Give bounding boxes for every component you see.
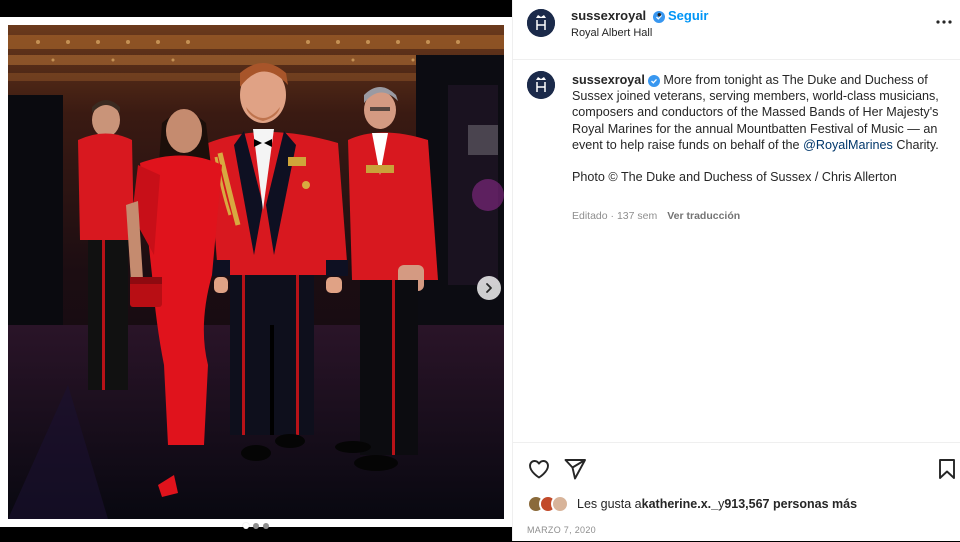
photo-illustration: [8, 25, 504, 519]
header-username-text[interactable]: sussexroyal: [571, 8, 646, 23]
mention-link[interactable]: @RoyalMarines: [803, 138, 893, 152]
likes-summary: Les gusta a katherine.x._ y 913,567 pers…: [527, 495, 857, 513]
verified-icon: [647, 75, 660, 87]
chevron-right-icon: [486, 283, 492, 293]
action-bar: Les gusta a katherine.x._ y 913,567 pers…: [513, 442, 960, 542]
crest-icon: [527, 71, 555, 99]
likes-count[interactable]: 913,567 personas más: [724, 497, 857, 511]
avatar[interactable]: [527, 9, 555, 37]
location-link[interactable]: Royal Albert Hall: [571, 27, 652, 39]
post-photo[interactable]: [8, 25, 504, 519]
photo-credit: Photo © The Duke and Duchess of Sussex /…: [572, 170, 897, 185]
header-username[interactable]: sussexroyal: [571, 8, 665, 23]
heart-icon[interactable]: [527, 457, 551, 481]
media-container: [0, 17, 512, 529]
post-modal: sussexroyal • Seguir Royal Albert Hall s…: [0, 0, 960, 541]
caption-area: sussexroyal More from tonight as The Duk…: [513, 61, 960, 441]
edited-timestamp: Editado · 137 sem: [572, 210, 658, 222]
bookmark-icon[interactable]: [935, 457, 959, 481]
carousel-indicator: [243, 523, 269, 529]
carousel-dot-2: [253, 523, 259, 529]
more-options-icon[interactable]: [935, 13, 953, 31]
caption-text: sussexroyal More from tonight as The Duk…: [572, 72, 944, 185]
translate-link[interactable]: Ver traducción: [667, 210, 740, 222]
carousel-dot-3: [263, 523, 269, 529]
caption-meta: Editado · 137 sem Ver traducción: [572, 210, 740, 222]
header-separator: •: [657, 7, 662, 22]
caption-body-part2: Charity.: [892, 137, 939, 152]
likes-first-user[interactable]: katherine.x._: [642, 497, 718, 511]
post-date: MARZO 7, 2020: [527, 525, 596, 535]
carousel-next-button[interactable]: [477, 276, 501, 300]
post-header: sussexroyal • Seguir Royal Albert Hall: [513, 0, 960, 60]
share-icon[interactable]: [563, 457, 587, 481]
liker-avatars: [527, 495, 569, 513]
crest-icon: [527, 9, 555, 37]
follow-button[interactable]: Seguir: [668, 8, 708, 23]
post-details-panel: sussexroyal • Seguir Royal Albert Hall s…: [512, 0, 960, 541]
carousel-dot-1: [243, 523, 249, 529]
liker-avatar-3[interactable]: [551, 495, 569, 513]
caption-username[interactable]: sussexroyal: [572, 73, 645, 87]
likes-prefix: Les gusta a: [577, 497, 642, 511]
caption-avatar[interactable]: [527, 71, 555, 99]
